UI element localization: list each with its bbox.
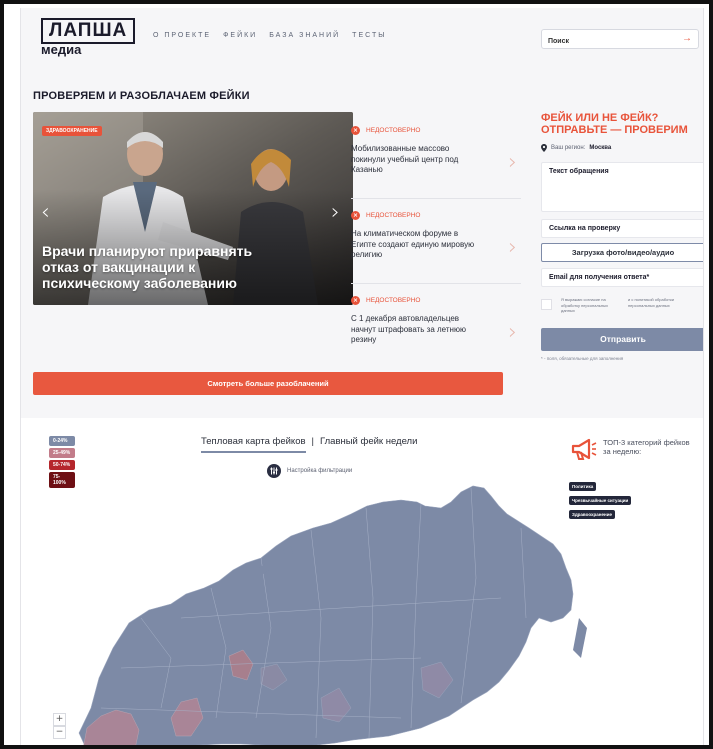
nav-item-knowledge-base[interactable]: БАЗА ЗНАНИЙ (269, 32, 340, 39)
upload-media-button[interactable]: Загрузка фото/видео/аудио (541, 243, 703, 262)
consent-text-left[interactable]: Я выражаю согласие на обработку персонал… (561, 297, 621, 314)
consent-text-right[interactable]: и с политикой обработки персональных дан… (628, 297, 700, 308)
hero-slider[interactable]: здравоохранение ‹ › Врачи планируют прир… (33, 112, 353, 305)
news-status-label: НЕДОСТОВЕРНО (366, 127, 421, 134)
russia-heatmap[interactable] (21, 418, 704, 749)
region-selector[interactable]: Ваш регион: Москва (541, 144, 703, 152)
consent-block: Я выражаю согласие на обработку персонал… (541, 296, 703, 326)
nav-item-tests[interactable]: ТЕСТЫ (352, 32, 386, 39)
browser-frame: ЛАПША медиа О ПРОЕКТЕ ФЕЙКИ БАЗА ЗНАНИЙ … (0, 0, 713, 749)
map-section: 0-24% 25-49% 50-74% 75-100% Тепловая кар… (21, 418, 704, 749)
page: ЛАПША медиа О ПРОЕКТЕ ФЕЙКИ БАЗА ЗНАНИЙ … (20, 8, 704, 749)
region-value: Москва (589, 145, 612, 151)
required-note: * - поля, обязательные для заполнения (541, 356, 624, 361)
zoom-controls: + − (53, 713, 66, 739)
logo[interactable]: ЛАПША медиа (41, 18, 136, 57)
chevron-right-icon[interactable]: › (508, 235, 517, 260)
zoom-in-button[interactable]: + (53, 713, 66, 726)
divider (351, 283, 521, 284)
news-status-label: НЕДОСТОВЕРНО (366, 212, 421, 219)
chevron-right-icon[interactable]: › (331, 200, 340, 225)
news-status-label: НЕДОСТОВЕРНО (366, 297, 421, 304)
news-status: × НЕДОСТОВЕРНО (351, 211, 533, 220)
nav-item-about[interactable]: О ПРОЕКТЕ (153, 32, 211, 39)
news-text[interactable]: Мобилизованные массово покинули учебный … (351, 144, 483, 176)
news-status: × НЕДОСТОВЕРНО (351, 126, 533, 135)
submit-fake-form: ФЕЙК ИЛИ НЕ ФЕЙК? ОТПРАВЬТЕ — ПРОВЕРИМ В… (541, 112, 703, 361)
main-nav: О ПРОЕКТЕ ФЕЙКИ БАЗА ЗНАНИЙ ТЕСТЫ (153, 32, 386, 39)
chevron-right-icon[interactable]: › (508, 150, 517, 175)
region-label: Ваш регион: (551, 145, 586, 151)
news-item[interactable]: × НЕДОСТОВЕРНО С 1 декабря автовладельце… (351, 296, 533, 356)
news-text[interactable]: С 1 декабря автовладельцев начнут штрафо… (351, 314, 483, 346)
arrow-right-icon[interactable]: → (682, 33, 692, 44)
search-box: → (541, 29, 699, 51)
logo-main: ЛАПША (41, 18, 136, 44)
chevron-right-icon[interactable]: › (508, 320, 517, 345)
zoom-out-button[interactable]: − (53, 726, 66, 739)
nav-item-fakes[interactable]: ФЕЙКИ (223, 32, 257, 39)
news-status: × НЕДОСТОВЕРНО (351, 296, 533, 305)
hero-category-badge[interactable]: здравоохранение (42, 126, 102, 136)
news-text[interactable]: На климатическом форуме в Египте создают… (351, 229, 483, 261)
map-pin-icon (541, 144, 547, 152)
submit-button[interactable]: Отправить (541, 328, 703, 351)
see-more-button[interactable]: Смотреть больше разоблачений (33, 372, 503, 395)
consent-checkbox[interactable] (541, 299, 552, 310)
chevron-left-icon[interactable]: ‹ (41, 200, 50, 225)
header: ЛАПША медиа О ПРОЕКТЕ ФЕЙКИ БАЗА ЗНАНИЙ … (21, 8, 703, 74)
form-title-line2: ОТПРАВЬТЕ — ПРОВЕРИМ (541, 124, 688, 136)
form-title-line1: ФЕЙК ИЛИ НЕ ФЕЙК? (541, 112, 659, 124)
close-icon: × (351, 211, 360, 220)
search-input[interactable] (542, 32, 662, 51)
section-title: ПРОВЕРЯЕМ И РАЗОБЛАЧАЕМ ФЕЙКИ (33, 90, 250, 102)
hero-title[interactable]: Врачи планируют приравнять отказ от вакц… (42, 243, 272, 291)
email-field[interactable]: Email для получения ответа* (541, 268, 703, 287)
divider (351, 198, 521, 199)
message-field[interactable]: Текст обращения (541, 162, 703, 212)
logo-sub: медиа (41, 42, 82, 57)
news-item[interactable]: × НЕДОСТОВЕРНО Мобилизованные массово по… (351, 126, 533, 199)
link-field[interactable]: Ссылка на проверку (541, 219, 703, 238)
news-item[interactable]: × НЕДОСТОВЕРНО На климатическом форуме в… (351, 211, 533, 284)
close-icon: × (351, 296, 360, 305)
close-icon: × (351, 126, 360, 135)
